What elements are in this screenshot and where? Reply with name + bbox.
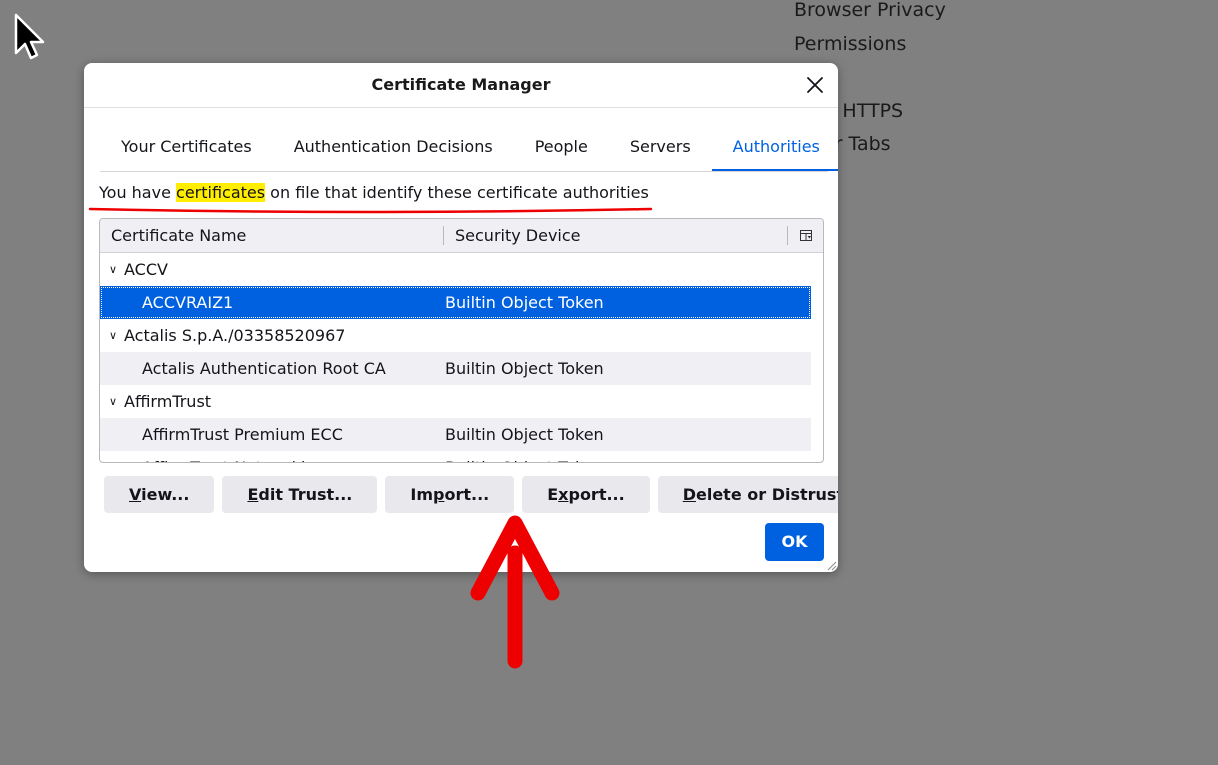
- group-name: Actalis S.p.A./03358520967: [124, 326, 346, 345]
- delete-or-distrust-button[interactable]: Delete or Distrust...: [657, 476, 838, 513]
- description-before: You have: [99, 183, 177, 202]
- tree-cert-row[interactable]: Actalis Authentication Root CA Builtin O…: [100, 352, 811, 385]
- cert-device: Builtin Object Token: [445, 293, 604, 312]
- tab-authentication-decisions[interactable]: Authentication Decisions: [273, 127, 514, 171]
- certificate-tree[interactable]: Certificate Name Security Device ∨ ACCV …: [99, 218, 824, 463]
- group-name: ACCV: [124, 260, 168, 279]
- description-after: on file that identify these certificate …: [265, 183, 649, 202]
- red-arrow-annotation-icon: [470, 515, 560, 669]
- import-button[interactable]: Import...: [385, 476, 515, 513]
- column-certificate-name[interactable]: Certificate Name: [111, 219, 246, 252]
- tab-bar: Your Certificates Authentication Decisio…: [100, 127, 838, 172]
- tab-people[interactable]: People: [514, 127, 609, 171]
- tree-cert-row[interactable]: AffirmTrust Premium ECC Builtin Object T…: [100, 418, 811, 451]
- bg-nav-item: Browser Privacy: [794, 0, 946, 21]
- highlighted-word: certificates: [176, 183, 266, 202]
- column-separator[interactable]: [787, 226, 788, 245]
- tab-servers[interactable]: Servers: [609, 127, 712, 171]
- tree-header: Certificate Name Security Device: [100, 219, 823, 253]
- red-underline-annotation: [88, 207, 653, 214]
- certificate-manager-dialog: Certificate Manager Your Certificates Au…: [84, 63, 838, 572]
- chevron-down-icon[interactable]: ∨: [109, 319, 119, 352]
- action-buttons: View... Edit Trust... Import... Export..…: [104, 476, 838, 513]
- tree-group-row[interactable]: ∨ ACCV: [100, 253, 811, 286]
- close-icon[interactable]: [802, 72, 828, 98]
- tab-authorities[interactable]: Authorities: [711, 127, 838, 171]
- view-button[interactable]: View...: [104, 476, 215, 513]
- tree-group-row[interactable]: ∨ AffirmTrust: [100, 385, 811, 418]
- ok-button[interactable]: OK: [765, 523, 824, 561]
- cert-name: AffirmTrust Networking: [142, 451, 326, 462]
- cert-name: Actalis Authentication Root CA: [142, 359, 386, 378]
- chevron-down-icon[interactable]: ∨: [109, 253, 119, 286]
- cert-name: AffirmTrust Premium ECC: [142, 425, 343, 444]
- bg-nav-item: Permissions: [794, 32, 907, 55]
- tree-group-row[interactable]: ∨ Actalis S.p.A./03358520967: [100, 319, 811, 352]
- dialog-title: Certificate Manager: [371, 75, 551, 94]
- tab-your-certificates[interactable]: Your Certificates: [100, 127, 273, 171]
- export-button[interactable]: Export...: [522, 476, 650, 513]
- cert-name: ACCVRAIZ1: [142, 293, 234, 312]
- cert-device: Builtin Object Token: [445, 451, 604, 462]
- dialog-titlebar: Certificate Manager: [84, 63, 838, 108]
- column-picker-icon[interactable]: [800, 230, 812, 241]
- resize-grip-icon[interactable]: [827, 561, 837, 571]
- authorities-description: You have certificates on file that ident…: [99, 183, 649, 202]
- mouse-cursor-icon: [14, 13, 45, 60]
- edit-trust-button[interactable]: Edit Trust...: [222, 476, 378, 513]
- cert-device: Builtin Object Token: [445, 359, 604, 378]
- column-separator[interactable]: [443, 226, 444, 245]
- group-name: AffirmTrust: [124, 392, 212, 411]
- tree-cert-row[interactable]: AffirmTrust Networking Builtin Object To…: [100, 451, 811, 462]
- cert-device: Builtin Object Token: [445, 425, 604, 444]
- tree-cert-row[interactable]: ACCVRAIZ1 Builtin Object Token: [100, 286, 811, 319]
- chevron-down-icon[interactable]: ∨: [109, 385, 119, 418]
- column-security-device[interactable]: Security Device: [455, 219, 581, 252]
